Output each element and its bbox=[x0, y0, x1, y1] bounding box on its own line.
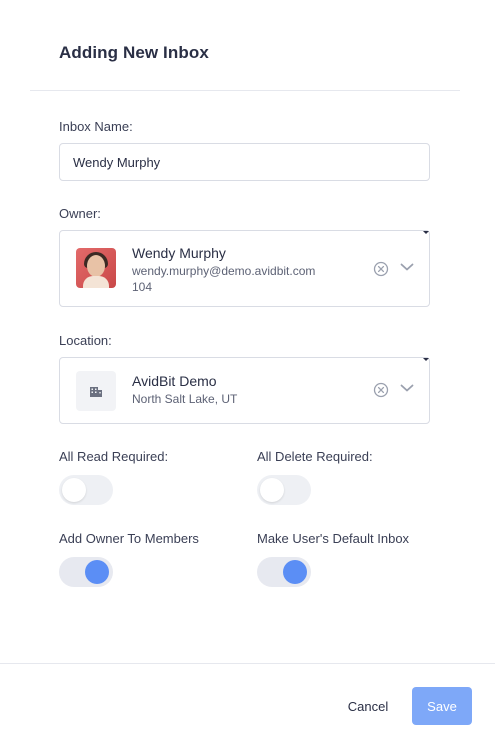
add-owner-to-members-label: Add Owner To Members bbox=[59, 531, 199, 546]
owner-avatar bbox=[76, 248, 116, 288]
modal-title: Adding New Inbox bbox=[59, 43, 209, 62]
all-read-required-toggle[interactable] bbox=[59, 475, 113, 505]
owner-select[interactable]: Wendy Murphy wendy.murphy@demo.avidbit.c… bbox=[59, 230, 430, 307]
owner-label: Owner: bbox=[59, 206, 101, 221]
owner-id: 104 bbox=[132, 280, 153, 294]
location-address: North Salt Lake, UT bbox=[132, 392, 238, 406]
add-inbox-modal: Adding New Inbox Inbox Name: Owner: Wend… bbox=[0, 0, 495, 747]
location-name: AvidBit Demo bbox=[132, 373, 217, 389]
make-default-inbox-label: Make User's Default Inbox bbox=[257, 531, 410, 546]
save-button[interactable]: Save bbox=[412, 687, 472, 725]
location-label: Location: bbox=[59, 333, 112, 348]
all-read-required-label: All Read Required: bbox=[59, 449, 169, 464]
toggle-knob bbox=[85, 560, 109, 584]
inbox-name-input[interactable] bbox=[59, 143, 430, 181]
all-delete-required-label: All Delete Required: bbox=[257, 449, 373, 464]
header-divider bbox=[30, 90, 460, 91]
owner-email: wendy.murphy@demo.avidbit.com bbox=[132, 264, 316, 278]
cancel-button[interactable]: Cancel bbox=[335, 689, 401, 723]
building-icon bbox=[90, 386, 102, 397]
location-avatar bbox=[76, 371, 116, 411]
all-delete-required-toggle[interactable] bbox=[257, 475, 311, 505]
toggle-knob bbox=[260, 478, 284, 502]
clear-location-icon[interactable] bbox=[373, 382, 389, 398]
clear-owner-icon[interactable] bbox=[373, 261, 389, 277]
toggle-knob bbox=[283, 560, 307, 584]
toggle-knob bbox=[62, 478, 86, 502]
make-default-inbox-toggle[interactable] bbox=[257, 557, 311, 587]
inbox-name-label: Inbox Name: bbox=[59, 119, 133, 134]
location-chevron-down-icon[interactable] bbox=[399, 380, 415, 396]
owner-name: Wendy Murphy bbox=[132, 245, 226, 261]
location-select[interactable]: AvidBit Demo North Salt Lake, UT bbox=[59, 357, 430, 424]
add-owner-to-members-toggle[interactable] bbox=[59, 557, 113, 587]
select-corner-marker bbox=[423, 358, 429, 361]
footer-divider bbox=[0, 663, 495, 664]
owner-chevron-down-icon[interactable] bbox=[399, 259, 415, 275]
select-corner-marker bbox=[423, 231, 429, 234]
